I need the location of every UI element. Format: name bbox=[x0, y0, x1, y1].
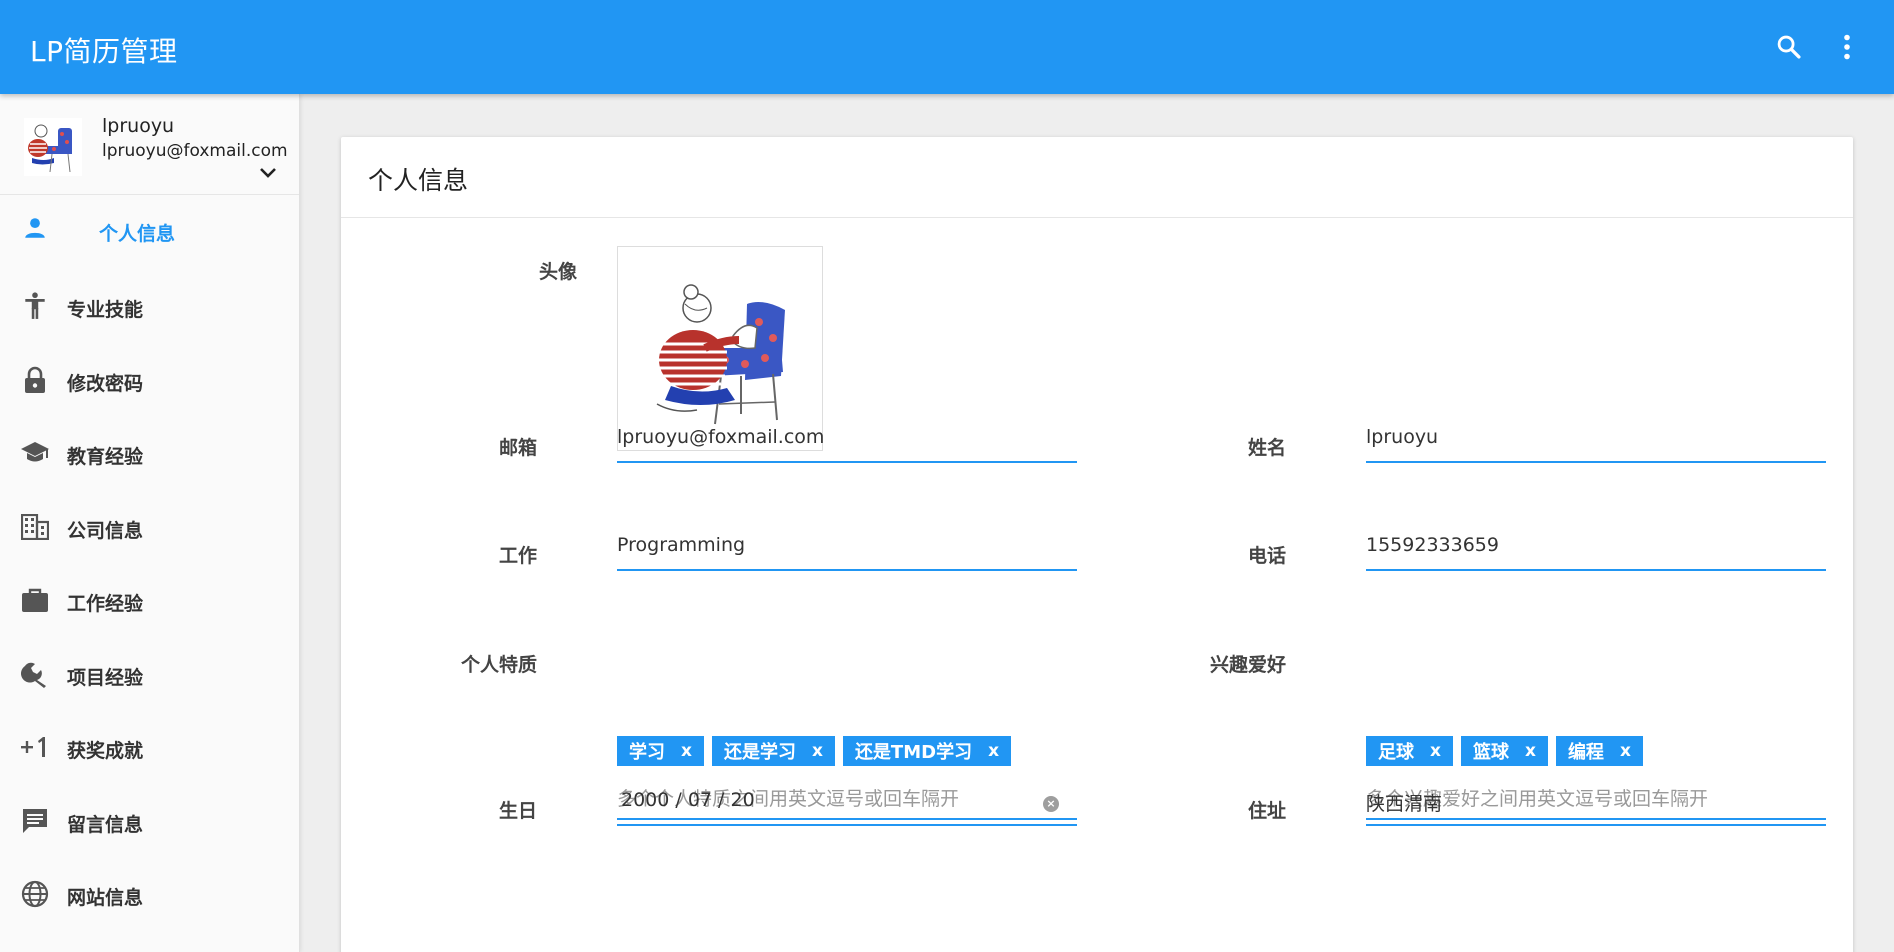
sidebar-item-label: 工作经验 bbox=[67, 593, 144, 615]
trait-chip: 还是学习 x bbox=[711, 736, 835, 766]
person-icon bbox=[20, 213, 50, 243]
hobby-chip: 篮球 x bbox=[1460, 736, 1548, 766]
hobby-chip: 足球 x bbox=[1366, 736, 1453, 766]
sidebar-item-messages[interactable]: 留言信息 bbox=[0, 784, 299, 858]
address-value: 陕西渭南 bbox=[1366, 793, 1443, 815]
sidebar-item-skills[interactable]: 专业技能 bbox=[0, 269, 299, 343]
comment-icon bbox=[20, 806, 50, 836]
chip-remove-button[interactable]: x bbox=[681, 741, 692, 761]
address-label: 住址 bbox=[1247, 800, 1286, 822]
accessibility-icon bbox=[20, 291, 50, 321]
divider bbox=[341, 217, 1853, 218]
page-title: 个人信息 bbox=[368, 166, 469, 195]
avatar-image bbox=[635, 263, 805, 434]
sidebar-item-label: 专业技能 bbox=[67, 299, 144, 321]
sidebar-nav: 个人信息 专业技能 修改密码 教育经验 公司信息 工作经验 项目经验 获奖成就 … bbox=[0, 195, 299, 931]
build-icon bbox=[20, 659, 50, 689]
name-label: 姓名 bbox=[1247, 437, 1286, 459]
hobbies-chip-list: 足球 x 篮球 x 编程 x bbox=[1366, 736, 1643, 766]
avatar-upload[interactable] bbox=[617, 246, 823, 451]
sidebar-item-label: 网站信息 bbox=[67, 887, 144, 909]
sidebar-item-change-password[interactable]: 修改密码 bbox=[0, 343, 299, 417]
chip-remove-button[interactable]: x bbox=[1620, 741, 1631, 761]
sidebar-item-label: 获奖成就 bbox=[67, 740, 144, 762]
email-field[interactable]: lpruoyu@foxmail.com bbox=[617, 423, 1077, 463]
chip-remove-button[interactable]: x bbox=[812, 741, 823, 761]
business-icon bbox=[20, 512, 50, 542]
chip-label: 足球 bbox=[1378, 742, 1414, 763]
sidebar-item-project-experience[interactable]: 项目经验 bbox=[0, 637, 299, 711]
email-label: 邮箱 bbox=[498, 437, 537, 459]
app-bar: LP简历管理 bbox=[0, 0, 1894, 94]
email-value: lpruoyu@foxmail.com bbox=[617, 426, 825, 448]
name-value: lpruoyu bbox=[1366, 426, 1439, 448]
sidebar-item-label: 公司信息 bbox=[67, 519, 144, 542]
avatar[interactable] bbox=[24, 118, 82, 176]
traits-label: 个人特质 bbox=[460, 654, 537, 676]
search-button[interactable] bbox=[1769, 27, 1809, 67]
sidebar-item-work-experience[interactable]: 工作经验 bbox=[0, 563, 299, 637]
school-icon bbox=[20, 438, 50, 468]
phone-value: 15592333659 bbox=[1366, 534, 1499, 556]
phone-label: 电话 bbox=[1247, 545, 1286, 567]
address-field[interactable]: 陕西渭南 bbox=[1366, 786, 1826, 826]
personal-info-card: 个人信息 头像 邮箱 lpruoyu@foxmail.com 姓名 lpruoy… bbox=[341, 137, 1853, 952]
more-menu-button[interactable] bbox=[1827, 27, 1867, 67]
user-profile: lpruoyu lpruoyu@foxmail.com bbox=[0, 94, 299, 195]
job-value: Programming bbox=[617, 534, 746, 556]
account-dropdown-toggle[interactable] bbox=[256, 163, 280, 183]
user-email: lpruoyu@foxmail.com bbox=[102, 141, 288, 161]
chip-remove-button[interactable]: x bbox=[1525, 741, 1536, 761]
sidebar-item-label: 留言信息 bbox=[67, 813, 144, 836]
plus-one-icon bbox=[20, 732, 50, 762]
traits-chip-list: 学习 x 还是学习 x 还是TMD学习 x bbox=[617, 736, 1012, 766]
sidebar-item-label: 修改密码 bbox=[67, 372, 144, 395]
chip-remove-button[interactable]: x bbox=[1430, 741, 1441, 761]
sidebar: lpruoyu lpruoyu@foxmail.com 个人信息 专业技能 修改… bbox=[0, 94, 300, 952]
phone-field[interactable]: 15592333659 bbox=[1366, 531, 1826, 571]
name-field[interactable]: lpruoyu bbox=[1366, 423, 1826, 463]
chip-label: 学习 bbox=[629, 742, 665, 763]
lock-icon bbox=[20, 365, 50, 395]
work-icon bbox=[20, 585, 50, 615]
trait-chip: 学习 x bbox=[617, 736, 704, 766]
app-title[interactable]: LP简历管理 bbox=[30, 30, 178, 70]
birthday-value: 2000 / 07 / 20 bbox=[621, 789, 755, 811]
chip-remove-button[interactable]: x bbox=[988, 741, 999, 761]
chip-label: 篮球 bbox=[1472, 742, 1509, 763]
globe-icon bbox=[20, 879, 50, 909]
sidebar-item-personal-info[interactable]: 个人信息 bbox=[0, 195, 299, 269]
more-vert-icon bbox=[1844, 34, 1850, 60]
sidebar-item-site-info[interactable]: 网站信息 bbox=[0, 857, 299, 931]
sidebar-item-education[interactable]: 教育经验 bbox=[0, 416, 299, 490]
chip-label: 还是TMD学习 bbox=[854, 742, 973, 763]
search-icon bbox=[1777, 35, 1801, 59]
job-field[interactable]: Programming bbox=[617, 531, 1077, 571]
sidebar-item-label: 项目经验 bbox=[67, 666, 144, 689]
sidebar-item-company-info[interactable]: 公司信息 bbox=[0, 490, 299, 564]
user-name: lpruoyu bbox=[102, 115, 175, 137]
job-label: 工作 bbox=[498, 545, 537, 567]
birthday-label: 生日 bbox=[498, 800, 537, 822]
clear-date-button[interactable]: × bbox=[1043, 796, 1059, 812]
hobby-chip: 编程 x bbox=[1555, 736, 1643, 766]
sidebar-item-label: 教育经验 bbox=[67, 446, 144, 468]
sidebar-item-awards[interactable]: 获奖成就 bbox=[0, 710, 299, 784]
chip-label: 编程 bbox=[1567, 742, 1604, 763]
chip-label: 还是学习 bbox=[723, 742, 796, 763]
hobbies-label: 兴趣爱好 bbox=[1209, 654, 1286, 676]
chevron-down-icon bbox=[260, 168, 276, 178]
birthday-date-field[interactable]: 2000 / 07 / 20 × bbox=[617, 786, 1077, 826]
sidebar-item-label: 个人信息 bbox=[99, 223, 176, 245]
avatar-label: 头像 bbox=[538, 261, 577, 283]
trait-chip: 还是TMD学习 x bbox=[842, 736, 1012, 766]
